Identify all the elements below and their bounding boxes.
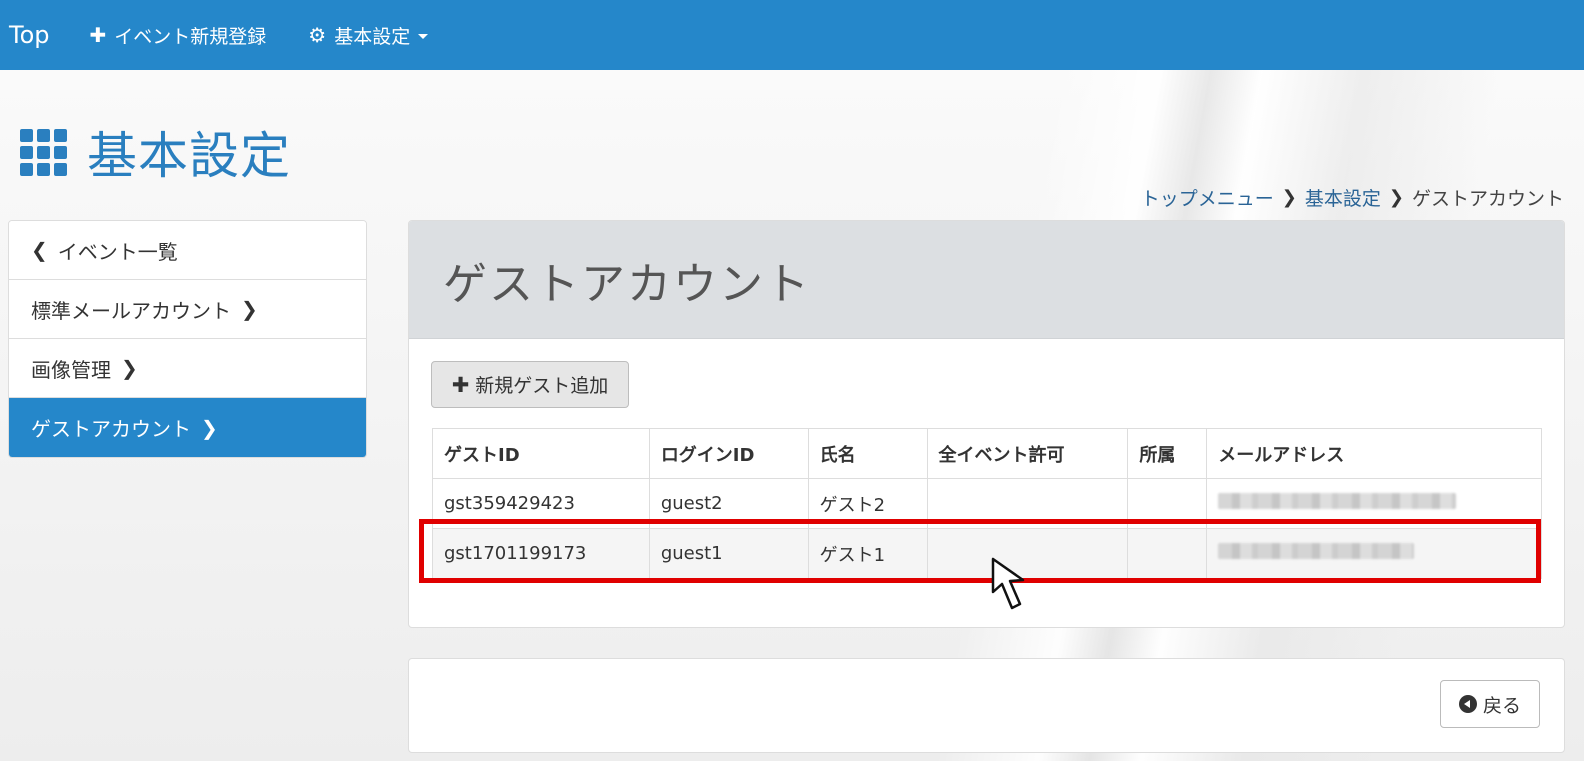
breadcrumb: トップメニュー ❯ 基本設定 ❯ ゲストアカウント xyxy=(1141,184,1564,211)
panel-title: ゲストアカウント xyxy=(443,258,811,310)
plus-icon: ✚ xyxy=(451,372,470,397)
plus-icon: ✚ xyxy=(89,23,107,47)
header-all-events: 全イベント許可 xyxy=(926,428,1129,479)
header-email: メールアドレス xyxy=(1206,428,1542,479)
header-affiliation: 所属 xyxy=(1127,428,1208,479)
table-header-row: ゲストID ログインID 氏名 全イベント許可 所属 メールアドレス xyxy=(432,428,1542,479)
breadcrumb-top-menu[interactable]: トップメニュー xyxy=(1141,184,1274,211)
sidebar-item-guest-account[interactable]: ゲストアカウント ❯ xyxy=(9,398,366,457)
header-name: 氏名 xyxy=(807,428,928,479)
sidebar-item-label: イベント一覧 xyxy=(57,239,178,264)
chevron-right-icon: ❯ xyxy=(201,415,218,440)
sidebar-item-event-list[interactable]: ❮ イベント一覧 xyxy=(9,221,366,280)
footer-panel: 戻る xyxy=(408,658,1565,753)
nav-settings-dropdown[interactable]: ⚙ 基本設定 xyxy=(308,22,429,49)
add-guest-button[interactable]: ✚ 新規ゲスト追加 xyxy=(431,361,629,408)
sidebar-item-standard-mail[interactable]: 標準メールアカウント ❯ xyxy=(9,280,366,339)
sidebar-item-label: 画像管理 xyxy=(31,357,111,382)
back-button-label: 戻る xyxy=(1482,694,1521,717)
chevron-right-icon: ❯ xyxy=(1281,187,1297,208)
chevron-left-icon: ❮ xyxy=(31,238,48,262)
grid-icon xyxy=(20,128,67,176)
sidebar-item-label: ゲストアカウント xyxy=(31,417,191,441)
breadcrumb-current: ゲストアカウント xyxy=(1411,188,1564,210)
header-login-id: ログインID xyxy=(648,428,809,479)
redacted-email xyxy=(1218,493,1457,509)
add-guest-button-label: 新規ゲスト追加 xyxy=(475,375,609,397)
main-content: 基本設定 トップメニュー ❯ 基本設定 ❯ ゲストアカウント ❮ イベント一覧 … xyxy=(0,70,1584,761)
chevron-right-icon: ❯ xyxy=(1388,187,1404,208)
chevron-right-icon: ❯ xyxy=(241,297,258,321)
panel-header: ゲストアカウント xyxy=(409,221,1564,339)
nav-event-register-link[interactable]: ✚ イベント新規登録 xyxy=(90,22,267,49)
nav-brand-link[interactable]: Top xyxy=(9,21,50,49)
sidebar-item-image-management[interactable]: 画像管理 ❯ xyxy=(9,339,366,398)
sidebar: ❮ イベント一覧 標準メールアカウント ❯ 画像管理 ❯ ゲストアカウント ❯ xyxy=(8,220,367,458)
mouse-pointer-icon xyxy=(991,557,1025,610)
nav-event-register-label: イベント新規登録 xyxy=(114,25,267,48)
gear-icon: ⚙ xyxy=(308,23,327,47)
circle-arrow-left-icon xyxy=(1458,695,1477,713)
chevron-right-icon: ❯ xyxy=(121,356,138,380)
caret-down-icon xyxy=(418,33,429,39)
page-header: 基本設定 xyxy=(20,116,291,188)
nav-settings-label: 基本設定 xyxy=(334,25,411,48)
top-navbar: Top ✚ イベント新規登録 ⚙ 基本設定 xyxy=(0,0,1584,70)
back-button[interactable]: 戻る xyxy=(1440,680,1540,728)
breadcrumb-settings[interactable]: 基本設定 xyxy=(1305,184,1381,211)
sidebar-item-label: 標準メールアカウント xyxy=(31,298,231,323)
page-title: 基本設定 xyxy=(87,127,291,185)
header-guest-id: ゲストID xyxy=(432,428,650,479)
row-highlight-box xyxy=(419,519,1541,583)
